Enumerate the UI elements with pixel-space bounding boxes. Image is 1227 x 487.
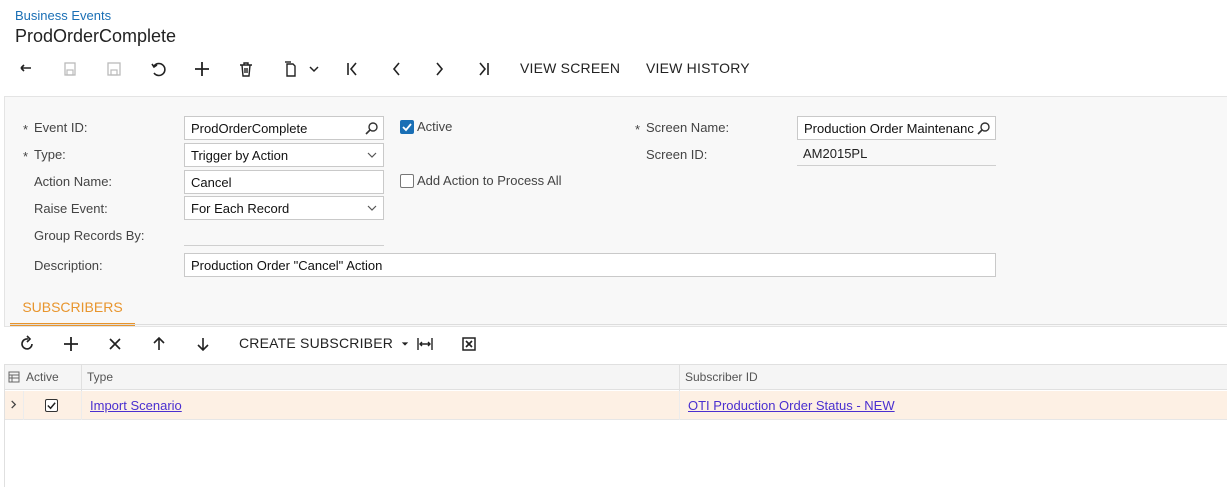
search-icon[interactable]: [977, 121, 991, 135]
description-label: Description:: [34, 258, 103, 273]
event-id-value: ProdOrderComplete: [191, 121, 308, 136]
row-active-checkbox[interactable]: [45, 399, 58, 412]
breadcrumb[interactable]: Business Events: [15, 8, 111, 23]
tab-subscribers[interactable]: SUBSCRIBERS: [10, 296, 135, 326]
summary-form: * Event ID: ProdOrderComplete * Type: Tr…: [4, 96, 1227, 327]
column-divider: [679, 365, 680, 391]
next-record-icon[interactable]: [428, 57, 452, 81]
action-name-label: Action Name:: [34, 174, 113, 189]
active-checkbox[interactable]: [400, 120, 414, 134]
description-field[interactable]: Production Order "Cancel" Action: [184, 253, 996, 277]
add-action-checkbox[interactable]: [400, 174, 414, 188]
group-records-field[interactable]: [184, 222, 384, 246]
active-label: Active: [417, 119, 453, 134]
column-divider: [23, 391, 24, 420]
raise-event-label: Raise Event:: [34, 201, 108, 216]
column-header-type[interactable]: Type: [87, 370, 113, 384]
screen-name-field[interactable]: Production Order Maintenanc: [797, 116, 996, 140]
export-excel-icon[interactable]: [457, 332, 481, 356]
save-icon[interactable]: [102, 57, 126, 81]
save-close-icon[interactable]: [58, 57, 82, 81]
raise-event-select[interactable]: For Each Record: [184, 196, 384, 220]
delete-row-icon[interactable]: [103, 332, 127, 356]
column-header-subscriber-id[interactable]: Subscriber ID: [685, 370, 758, 384]
row-subscriber-id-link[interactable]: OTI Production Order Status - NEW: [688, 398, 895, 413]
last-record-icon[interactable]: [472, 57, 496, 81]
view-screen-button[interactable]: VIEW SCREEN: [520, 60, 620, 76]
column-divider: [679, 391, 680, 420]
screen-name-value: Production Order Maintenanc: [804, 121, 974, 136]
subscribers-grid: Active Type Subscriber ID Import Scenari…: [4, 364, 1227, 487]
add-row-icon[interactable]: [59, 332, 83, 356]
event-id-field[interactable]: ProdOrderComplete: [184, 116, 384, 140]
checkmark-icon: [47, 402, 56, 410]
checkmark-icon: [402, 123, 412, 132]
column-settings-icon[interactable]: [8, 371, 20, 383]
refresh-icon[interactable]: [15, 332, 39, 356]
previous-record-icon[interactable]: [384, 57, 408, 81]
first-record-icon[interactable]: [340, 57, 364, 81]
create-subscriber-label: CREATE SUBSCRIBER: [239, 335, 394, 351]
description-value: Production Order "Cancel" Action: [191, 258, 383, 273]
required-marker: *: [23, 149, 29, 164]
grid-toolbar: CREATE SUBSCRIBER: [0, 330, 1227, 358]
column-header-active[interactable]: Active: [26, 370, 59, 384]
screen-name-label: Screen Name:: [646, 120, 730, 135]
action-name-field[interactable]: Cancel: [184, 170, 384, 194]
column-divider: [81, 365, 82, 391]
chevron-down-icon[interactable]: [302, 57, 326, 81]
type-label: Type:: [34, 147, 66, 162]
action-name-value: Cancel: [191, 175, 232, 190]
create-subscriber-button[interactable]: CREATE SUBSCRIBER: [239, 335, 409, 351]
row-type-link[interactable]: Import Scenario: [90, 398, 182, 413]
add-icon[interactable]: [190, 57, 214, 81]
view-history-button[interactable]: VIEW HISTORY: [646, 60, 750, 76]
event-id-label: Event ID:: [34, 120, 88, 135]
grid-header: Active Type Subscriber ID: [5, 364, 1227, 391]
move-down-icon[interactable]: [191, 332, 215, 356]
chevron-down-icon[interactable]: [365, 148, 379, 162]
raise-event-value: For Each Record: [191, 201, 290, 216]
expand-row-icon[interactable]: [9, 400, 18, 409]
main-toolbar: VIEW SCREEN VIEW HISTORY: [0, 55, 1227, 83]
move-up-icon[interactable]: [147, 332, 171, 356]
add-action-label: Add Action to Process All: [417, 173, 562, 188]
delete-icon[interactable]: [234, 57, 258, 81]
screen-id-label: Screen ID:: [646, 147, 708, 162]
required-marker: *: [23, 122, 29, 137]
search-icon[interactable]: [365, 121, 379, 135]
tab-divider: [10, 324, 1227, 325]
copy-paste-icon[interactable]: [278, 57, 302, 81]
screen-id-value: AM2015PL: [797, 142, 996, 166]
caret-down-icon: [401, 342, 409, 346]
group-records-label: Group Records By:: [34, 228, 145, 243]
undo-icon[interactable]: [14, 57, 38, 81]
cancel-icon[interactable]: [146, 57, 170, 81]
fit-columns-icon[interactable]: [413, 332, 437, 356]
type-select[interactable]: Trigger by Action: [184, 143, 384, 167]
chevron-down-icon[interactable]: [365, 201, 379, 215]
required-marker: *: [635, 122, 641, 137]
page-title: ProdOrderComplete: [15, 26, 177, 46]
type-value: Trigger by Action: [191, 148, 289, 163]
table-row[interactable]: Import Scenario OTI Production Order Sta…: [5, 391, 1227, 420]
column-divider: [81, 391, 82, 420]
